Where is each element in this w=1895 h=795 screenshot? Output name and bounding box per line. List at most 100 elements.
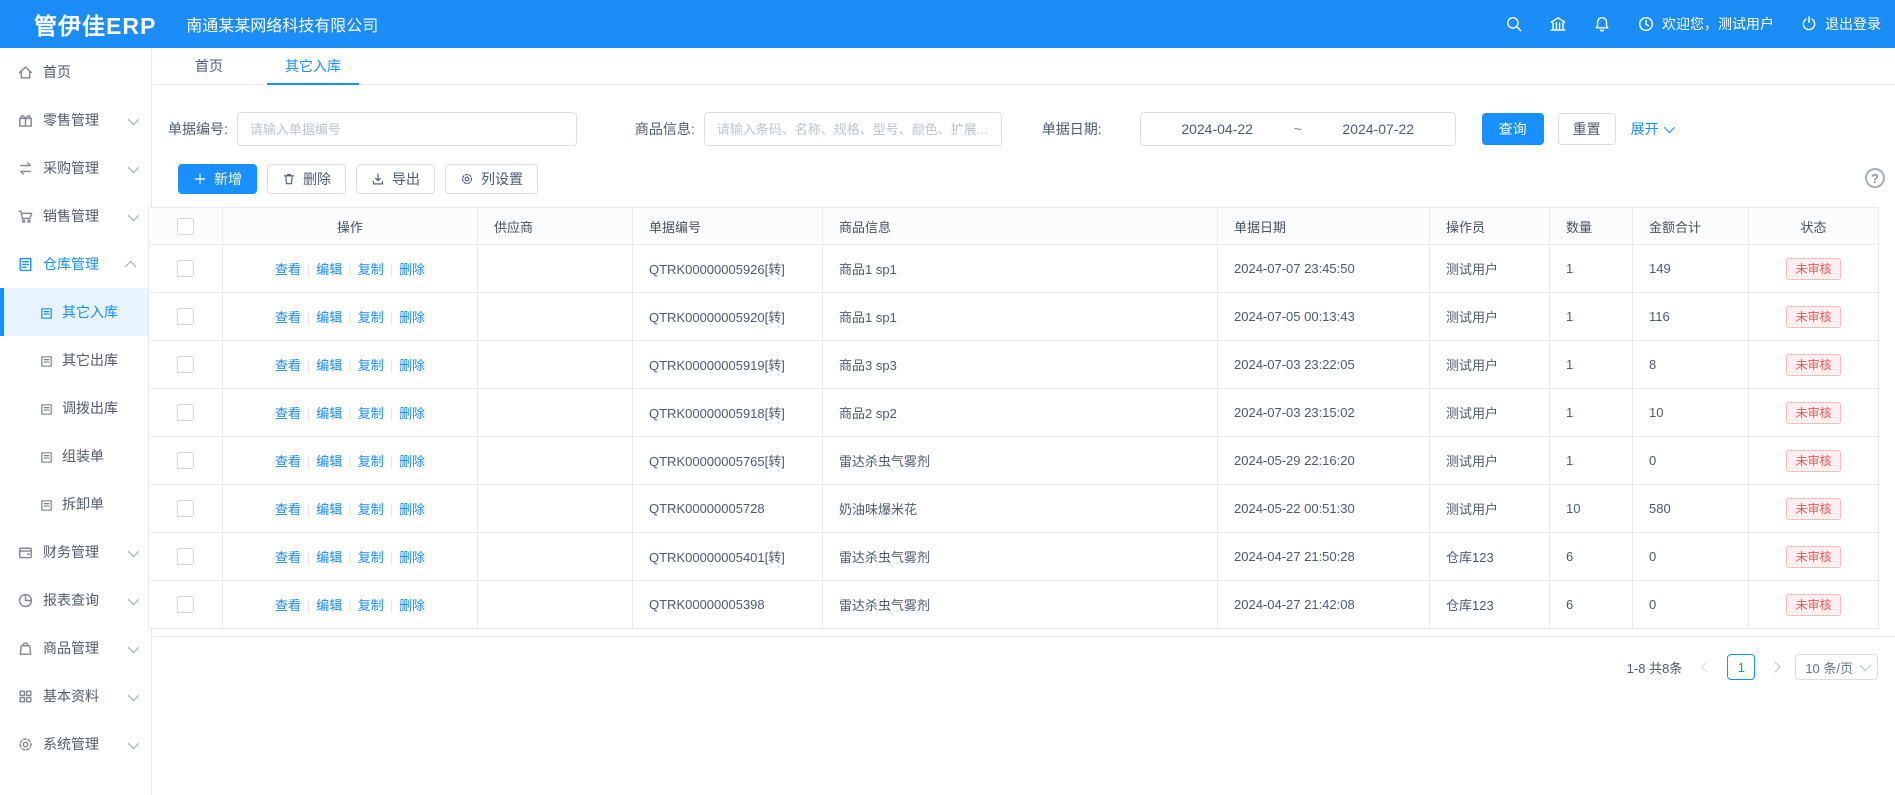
row-action-copy[interactable]: 复制: [358, 358, 384, 373]
column-header-checkbox: [149, 208, 223, 245]
row-action-view[interactable]: 查看: [275, 310, 301, 325]
expand-filters-link[interactable]: 展开: [1631, 119, 1672, 139]
sidebar-item-other-inbound[interactable]: 其它入库: [0, 288, 151, 336]
row-action-copy[interactable]: 复制: [358, 262, 384, 277]
cell-operator: 仓库123: [1430, 581, 1550, 629]
cell-checkbox: [149, 437, 223, 485]
column-header-operator: 操作员: [1430, 208, 1550, 245]
row-action-delete[interactable]: 删除: [399, 550, 425, 565]
search-button[interactable]: 查询: [1482, 113, 1544, 145]
column-settings-button[interactable]: 列设置: [445, 164, 538, 194]
cell-supplier: [478, 245, 633, 293]
company-name: 南通某某网络科技有限公司: [186, 12, 378, 36]
sidebar-item-label: 仓库管理: [43, 254, 99, 274]
select-all-checkbox[interactable]: [177, 218, 194, 235]
sidebar-item-goods[interactable]: 商品管理: [0, 624, 151, 672]
row-checkbox[interactable]: [177, 356, 194, 373]
row-action-delete[interactable]: 删除: [399, 262, 425, 277]
reset-button[interactable]: 重置: [1558, 113, 1616, 145]
cell-qty: 1: [1550, 437, 1633, 485]
welcome-user[interactable]: 欢迎您，测试用户: [1637, 14, 1774, 34]
row-action-delete[interactable]: 删除: [399, 358, 425, 373]
row-action-copy[interactable]: 复制: [358, 598, 384, 613]
row-action-delete[interactable]: 删除: [399, 598, 425, 613]
row-action-view[interactable]: 查看: [275, 262, 301, 277]
row-action-view[interactable]: 查看: [275, 502, 301, 517]
action-separator: |: [390, 454, 393, 469]
row-action-edit[interactable]: 编辑: [316, 406, 342, 421]
sidebar-item-disassembly-order[interactable]: 拆卸单: [0, 480, 151, 528]
row-action-copy[interactable]: 复制: [358, 550, 384, 565]
column-header-actions: 操作: [223, 208, 478, 245]
row-action-view[interactable]: 查看: [275, 598, 301, 613]
row-action-delete[interactable]: 删除: [399, 406, 425, 421]
column-header-status: 状态: [1749, 208, 1879, 245]
sidebar-item-home[interactable]: 首页: [0, 48, 151, 96]
action-separator: |: [348, 550, 351, 565]
row-action-delete[interactable]: 删除: [399, 310, 425, 325]
row-action-copy[interactable]: 复制: [358, 406, 384, 421]
row-checkbox[interactable]: [177, 500, 194, 517]
row-checkbox[interactable]: [177, 452, 194, 469]
date-to-value[interactable]: 2024-07-22: [1342, 121, 1414, 137]
bank-icon[interactable]: [1549, 15, 1567, 33]
search-icon[interactable]: [1505, 15, 1523, 33]
row-action-copy[interactable]: 复制: [358, 502, 384, 517]
row-action-edit[interactable]: 编辑: [316, 502, 342, 517]
sidebar-item-assembly-order[interactable]: 组装单: [0, 432, 151, 480]
export-button[interactable]: 导出: [356, 164, 435, 194]
row-action-view[interactable]: 查看: [275, 406, 301, 421]
row-action-copy[interactable]: 复制: [358, 310, 384, 325]
sidebar-item-retail[interactable]: 零售管理: [0, 96, 151, 144]
action-separator: |: [390, 310, 393, 325]
row-action-delete[interactable]: 删除: [399, 502, 425, 517]
row-checkbox[interactable]: [177, 308, 194, 325]
goods-info-input[interactable]: [704, 112, 1002, 146]
row-action-edit[interactable]: 编辑: [316, 358, 342, 373]
page-number-button[interactable]: 1: [1727, 654, 1755, 680]
row-action-view[interactable]: 查看: [275, 550, 301, 565]
cell-goods: 雷达杀虫气雾剂: [823, 437, 1218, 485]
action-separator: |: [307, 358, 310, 373]
add-button[interactable]: 新增: [178, 164, 257, 194]
cell-qty: 6: [1550, 533, 1633, 581]
sidebar-item-warehouse[interactable]: 仓库管理: [0, 240, 151, 288]
next-page-button[interactable]: [1764, 654, 1786, 680]
sidebar-item-other-outbound[interactable]: 其它出库: [0, 336, 151, 384]
sidebar-item-transfer-outbound[interactable]: 调拨出库: [0, 384, 151, 432]
cell-status: 未审核: [1749, 581, 1879, 629]
row-action-edit[interactable]: 编辑: [316, 454, 342, 469]
sidebar-item-basic[interactable]: 基本资料: [0, 672, 151, 720]
row-checkbox[interactable]: [177, 260, 194, 277]
row-action-edit[interactable]: 编辑: [316, 598, 342, 613]
order-no-input[interactable]: [237, 112, 577, 146]
row-action-edit[interactable]: 编辑: [316, 262, 342, 277]
row-action-edit[interactable]: 编辑: [316, 550, 342, 565]
cell-goods: 商品2 sp2: [823, 389, 1218, 437]
sidebar-item-label: 其它入库: [62, 302, 118, 322]
sidebar-item-purchase[interactable]: 采购管理: [0, 144, 151, 192]
tab-home[interactable]: 首页: [185, 48, 233, 84]
row-action-copy[interactable]: 复制: [358, 454, 384, 469]
row-checkbox[interactable]: [177, 596, 194, 613]
row-action-edit[interactable]: 编辑: [316, 310, 342, 325]
logout-button[interactable]: 退出登录: [1800, 14, 1881, 34]
sidebar-item-system[interactable]: 系统管理: [0, 720, 151, 768]
row-checkbox[interactable]: [177, 548, 194, 565]
help-icon[interactable]: ?: [1865, 168, 1885, 188]
page-size-select[interactable]: 10 条/页: [1795, 654, 1878, 680]
delete-button[interactable]: 删除: [267, 164, 346, 194]
sidebar-item-report[interactable]: 报表查询: [0, 576, 151, 624]
tab-other-inbound[interactable]: 其它入库: [275, 48, 351, 84]
bell-icon[interactable]: [1593, 15, 1611, 33]
row-action-view[interactable]: 查看: [275, 358, 301, 373]
row-action-delete[interactable]: 删除: [399, 454, 425, 469]
row-action-view[interactable]: 查看: [275, 454, 301, 469]
date-label: 单据日期:: [1042, 119, 1102, 139]
row-checkbox[interactable]: [177, 404, 194, 421]
sidebar-item-finance[interactable]: 财务管理: [0, 528, 151, 576]
date-from-value[interactable]: 2024-04-22: [1181, 121, 1253, 137]
sidebar-item-sales[interactable]: 销售管理: [0, 192, 151, 240]
date-range-picker[interactable]: 2024-04-22 ~ 2024-07-22: [1140, 112, 1456, 146]
prev-page-button[interactable]: [1696, 654, 1718, 680]
